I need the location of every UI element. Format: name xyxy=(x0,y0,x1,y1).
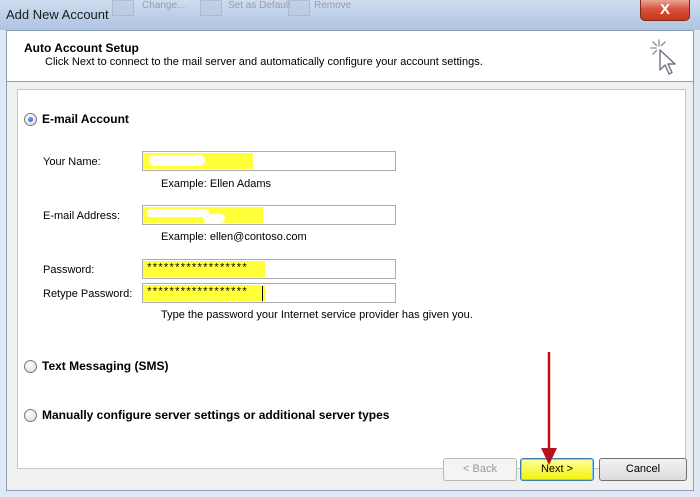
page-subtitle: Click Next to connect to the mail server… xyxy=(45,56,483,68)
email-account-radio[interactable] xyxy=(24,113,37,126)
your-name-input[interactable] xyxy=(142,151,396,171)
password-label: Password: xyxy=(43,264,95,276)
title-bar[interactable]: Add New Account Change... Set as Default… xyxy=(0,0,700,30)
your-name-label: Your Name: xyxy=(43,156,101,168)
email-account-label[interactable]: E-mail Account xyxy=(42,112,129,126)
redaction-mark xyxy=(203,214,225,223)
background-toolbar-text: Remove xyxy=(314,0,352,11)
dialog-header: Auto Account Setup Click Next to connect… xyxy=(7,31,693,82)
dialog-frame: Auto Account Setup Click Next to connect… xyxy=(6,30,694,491)
retype-password-input[interactable]: ****************** xyxy=(142,283,396,303)
cursor-click-icon xyxy=(650,39,676,75)
text-messaging-label[interactable]: Text Messaging (SMS) xyxy=(42,359,168,373)
retype-password-value: ****************** xyxy=(146,287,248,299)
add-new-account-window: Add New Account Change... Set as Default… xyxy=(0,0,700,497)
background-toolbar-text: Change... xyxy=(142,0,186,11)
cancel-button[interactable]: Cancel xyxy=(599,458,687,481)
background-toolbar-text: Set as Default xyxy=(228,0,291,11)
window-title: Add New Account xyxy=(6,7,109,22)
email-address-input[interactable] xyxy=(142,205,396,225)
close-icon: X xyxy=(659,1,670,18)
next-button[interactable]: Next > xyxy=(520,458,594,481)
manual-config-radio[interactable] xyxy=(24,409,37,422)
redaction-mark xyxy=(149,155,205,166)
background-toolbar-icon xyxy=(288,0,310,16)
text-messaging-radio[interactable] xyxy=(24,360,37,373)
close-button[interactable]: X xyxy=(640,0,690,21)
text-caret xyxy=(262,286,263,301)
manual-config-label[interactable]: Manually configure server settings or ad… xyxy=(42,408,389,422)
password-input[interactable]: ****************** xyxy=(142,259,396,279)
email-example-text: Example: ellen@contoso.com xyxy=(161,231,307,243)
redaction-mark xyxy=(147,209,209,217)
password-hint-text: Type the password your Internet service … xyxy=(161,309,473,321)
email-address-label: E-mail Address: xyxy=(43,210,121,222)
name-example-text: Example: Ellen Adams xyxy=(161,178,272,190)
retype-password-label: Retype Password: xyxy=(43,288,133,300)
account-setup-panel: E-mail Account Your Name: Example: Ellen… xyxy=(17,89,686,469)
background-toolbar-icon xyxy=(112,0,134,16)
password-value: ****************** xyxy=(146,263,248,275)
page-title: Auto Account Setup xyxy=(24,41,139,55)
background-toolbar-icon xyxy=(200,0,222,16)
back-button[interactable]: < Back xyxy=(443,458,517,481)
